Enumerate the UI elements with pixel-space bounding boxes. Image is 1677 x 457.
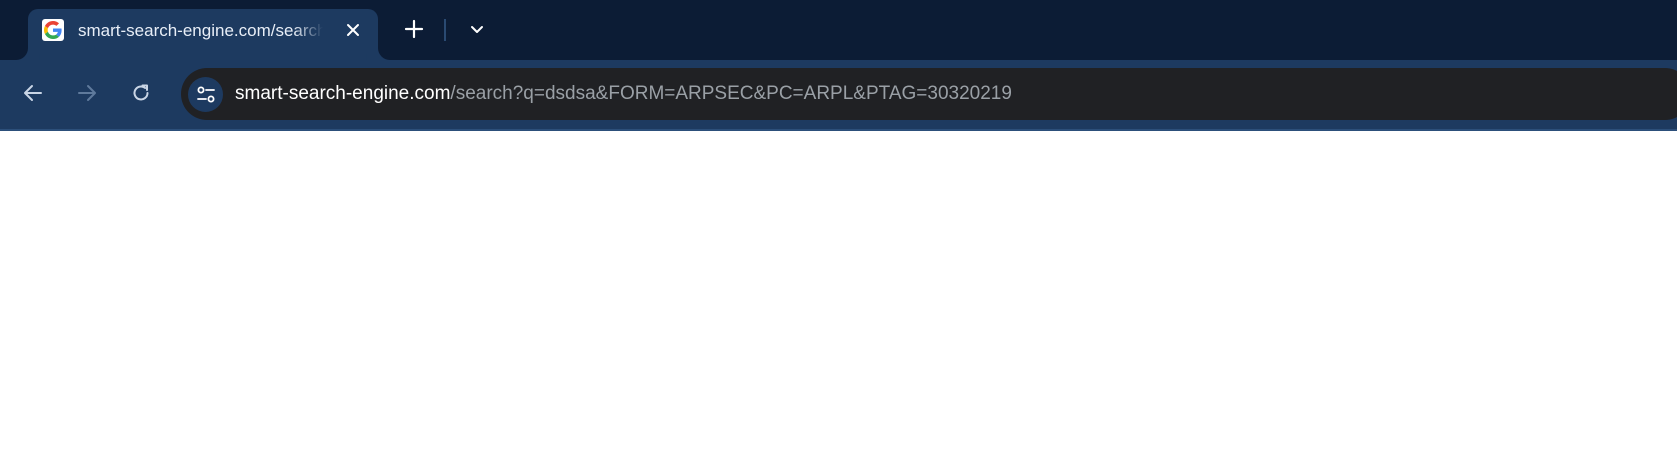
url-path: /search?q=dsdsa&FORM=ARPSEC&PC=ARPL&PTAG…: [450, 83, 1012, 104]
arrow-right-icon[interactable]: [70, 76, 104, 110]
tune-icon[interactable]: [188, 77, 223, 112]
url-host: smart-search-engine.com: [235, 83, 451, 104]
browser-window: smart-search-engine.com/search?q=dsdsa&F…: [0, 0, 1677, 457]
toolbar: smart-search-engine.com/search?q=dsdsa&F…: [0, 60, 1677, 129]
page-content: [0, 131, 1677, 457]
close-icon[interactable]: [341, 18, 365, 42]
plus-icon[interactable]: [402, 17, 426, 41]
url-text[interactable]: smart-search-engine.com/search?q=dsdsa&F…: [235, 81, 1012, 107]
arrow-left-icon[interactable]: [16, 76, 50, 110]
chevron-down-icon[interactable]: [465, 17, 489, 41]
address-bar[interactable]: smart-search-engine.com/search?q=dsdsa&F…: [181, 68, 1677, 120]
active-tab[interactable]: smart-search-engine.com/search?q=dsdsa&F…: [28, 9, 378, 60]
google-g-icon: [42, 19, 64, 41]
tab-title: smart-search-engine.com/search?q=dsdsa&F…: [78, 21, 323, 40]
tab-strip: smart-search-engine.com/search?q=dsdsa&F…: [0, 0, 1677, 60]
tab-strip-divider: [444, 19, 446, 41]
reload-icon[interactable]: [124, 76, 158, 110]
